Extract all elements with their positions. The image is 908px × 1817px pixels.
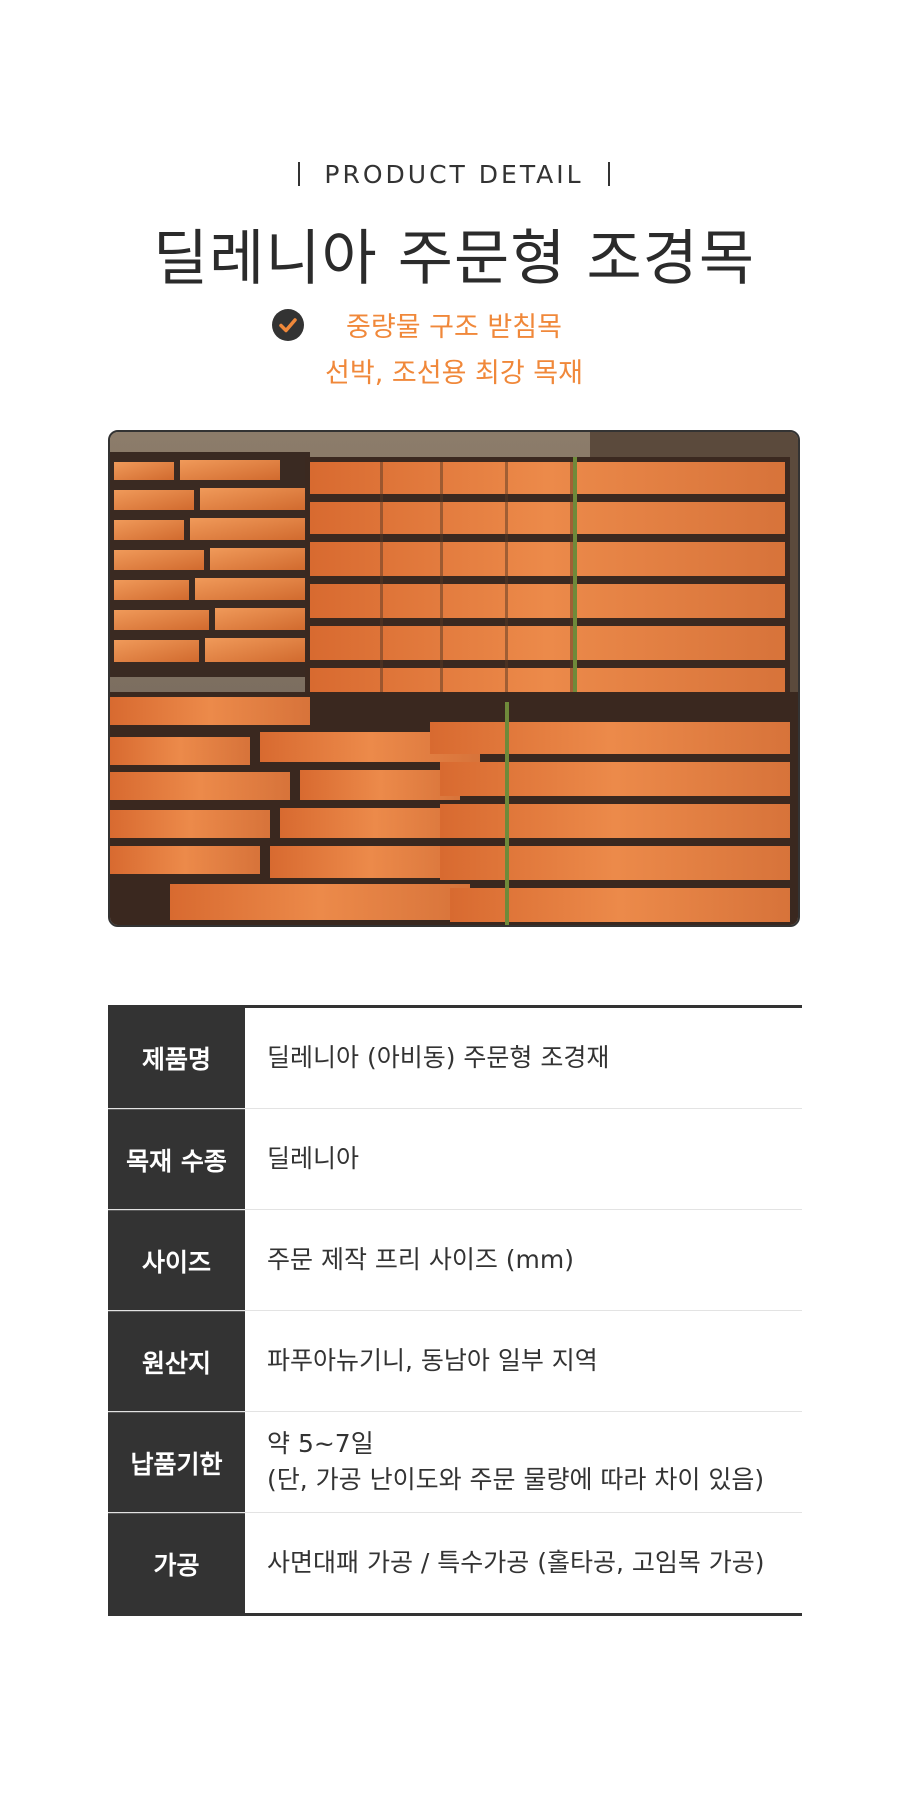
spec-label: 목재 수종 bbox=[108, 1109, 245, 1209]
divider bbox=[298, 162, 301, 186]
bottom-stack bbox=[110, 692, 798, 925]
lumber-stack-illustration bbox=[110, 432, 798, 925]
spec-value: 사면대패 가공 / 특수가공 (홀타공, 고임목 가공) bbox=[245, 1513, 802, 1613]
spec-value-note: (단, 가공 난이도와 주문 물량에 따라 차이 있음) bbox=[267, 1465, 765, 1494]
spec-value-text: 파푸아뉴기니, 동남아 일부 지역 bbox=[267, 1346, 598, 1375]
spec-value-text: 딜레니아 (아비동) 주문형 조경재 bbox=[267, 1043, 610, 1072]
spec-row-processing: 가공 사면대패 가공 / 특수가공 (홀타공, 고임목 가공) bbox=[108, 1512, 802, 1613]
feature-line-1: 중량물 구조 받침목 bbox=[346, 312, 562, 343]
spec-value-text: 약 5~7일 bbox=[267, 1429, 374, 1458]
spec-value: 주문 제작 프리 사이즈 (mm) bbox=[245, 1210, 802, 1310]
spec-label: 납품기한 bbox=[108, 1412, 245, 1512]
feature-text: 중량물 구조 받침목 선박, 조선용 최강 목재 bbox=[0, 305, 908, 397]
divider bbox=[607, 162, 610, 186]
spec-row-origin: 원산지 파푸아뉴기니, 동남아 일부 지역 bbox=[108, 1310, 802, 1411]
spec-label: 가공 bbox=[108, 1513, 245, 1613]
spec-table: 제품명 딜레니아 (아비동) 주문형 조경재 목재 수종 딜레니아 사이즈 주문… bbox=[108, 1005, 802, 1616]
spec-value: 파푸아뉴기니, 동남아 일부 지역 bbox=[245, 1311, 802, 1411]
spec-row-delivery: 납품기한 약 5~7일 (단, 가공 난이도와 주문 물량에 따라 차이 있음) bbox=[108, 1411, 802, 1512]
spec-value-text: 딜레니아 bbox=[267, 1144, 360, 1173]
spec-value-text: 주문 제작 프리 사이즈 (mm) bbox=[267, 1245, 575, 1274]
left-back-stack bbox=[110, 452, 310, 677]
spec-value: 딜레니아 (아비동) 주문형 조경재 bbox=[245, 1008, 802, 1108]
spec-label: 사이즈 bbox=[108, 1210, 245, 1310]
spec-label: 제품명 bbox=[108, 1008, 245, 1108]
spec-row-size: 사이즈 주문 제작 프리 사이즈 (mm) bbox=[108, 1209, 802, 1310]
spec-row-product-name: 제품명 딜레니아 (아비동) 주문형 조경재 bbox=[108, 1008, 802, 1108]
spec-value-text: 사면대패 가공 / 특수가공 (홀타공, 고임목 가공) bbox=[267, 1548, 765, 1577]
spec-value: 약 5~7일 (단, 가공 난이도와 주문 물량에 따라 차이 있음) bbox=[245, 1412, 802, 1512]
eyebrow-text: PRODUCT DETAIL bbox=[324, 160, 584, 189]
page-title: 딜레니아 주문형 조경목 bbox=[152, 224, 756, 294]
spec-value: 딜레니아 bbox=[245, 1109, 802, 1209]
spec-label: 원산지 bbox=[108, 1311, 245, 1411]
section-eyebrow: PRODUCT DETAIL bbox=[0, 160, 908, 189]
product-photo bbox=[108, 430, 800, 927]
spec-row-species: 목재 수종 딜레니아 bbox=[108, 1108, 802, 1209]
feature-line-2: 선박, 조선용 최강 목재 bbox=[325, 358, 583, 389]
